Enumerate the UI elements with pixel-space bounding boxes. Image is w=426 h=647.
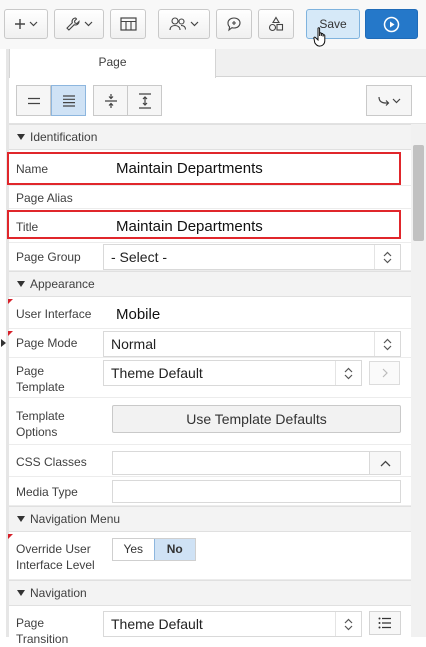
select-arrows-icon	[374, 332, 400, 356]
user-interface-value: Mobile	[116, 306, 161, 323]
chevron-down-icon	[190, 21, 199, 27]
user-interface-label: User Interface	[16, 307, 92, 321]
grid-icon	[119, 17, 137, 31]
template-options-label-2: Options	[16, 425, 58, 439]
utilities-menu-button[interactable]	[54, 9, 104, 39]
shapes-icon	[268, 16, 284, 32]
use-template-defaults-button[interactable]: Use Template Defaults	[112, 405, 401, 433]
override-ui-label-2: Interface Level	[16, 558, 95, 572]
transition-list-button[interactable]	[369, 611, 401, 635]
plus-icon	[15, 19, 25, 29]
page-template-label-2: Template	[16, 380, 65, 394]
required-marker	[8, 534, 13, 539]
chevron-up-icon	[380, 460, 390, 466]
tab-page[interactable]: Page	[9, 49, 216, 78]
scrollbar-thumb[interactable]	[413, 145, 424, 241]
list-lines-icon	[62, 94, 75, 107]
wrench-icon	[66, 17, 80, 31]
users-icon	[169, 17, 187, 31]
collapse-icon	[104, 93, 117, 108]
page-group-label: Page Group	[16, 250, 81, 264]
css-classes-picker-button[interactable]	[369, 451, 401, 475]
highlight-box-name	[7, 152, 401, 185]
override-ui-label-1: Override User	[16, 542, 91, 556]
show-all-button[interactable]	[51, 85, 86, 116]
arrow-return-icon	[378, 96, 401, 106]
chevron-right-icon	[382, 368, 388, 378]
select-arrows-icon	[374, 245, 400, 269]
template-options-label-1: Template	[16, 409, 65, 423]
list-icon	[378, 617, 391, 629]
media-type-label: Media Type	[16, 485, 78, 499]
css-classes-label: CSS Classes	[16, 455, 87, 469]
chevron-down-icon	[29, 21, 38, 27]
collapse-all-button[interactable]	[93, 85, 128, 116]
select-arrows-icon	[335, 612, 361, 636]
go-to-template-button[interactable]	[369, 361, 400, 385]
hand-cursor-icon	[313, 27, 326, 47]
page-transition-select[interactable]: Theme Default	[103, 611, 362, 637]
section-appearance[interactable]: Appearance	[9, 271, 411, 297]
caret-down-icon	[17, 134, 25, 140]
caret-down-icon	[17, 516, 25, 522]
page-transition-label-1: Page	[16, 616, 45, 630]
page-template-select[interactable]: Theme Default	[103, 360, 362, 386]
page-mode-select[interactable]: Normal	[103, 331, 401, 357]
comment-icon	[227, 17, 241, 32]
chevron-down-icon	[84, 21, 93, 27]
required-marker	[8, 299, 13, 304]
select-arrows-icon	[335, 361, 361, 385]
highlight-box-title	[7, 210, 401, 239]
comments-button[interactable]	[216, 9, 252, 39]
section-navigation-menu[interactable]: Navigation Menu	[9, 506, 411, 532]
lines-icon	[27, 97, 40, 104]
page-group-select[interactable]: - Select -	[103, 244, 401, 270]
caret-right-icon	[1, 339, 6, 347]
page-alias-label: Page Alias	[16, 191, 73, 205]
go-to-group-button[interactable]	[366, 85, 412, 116]
expand-all-button[interactable]	[127, 85, 162, 116]
required-marker	[8, 331, 13, 336]
override-ui-level-toggle: Yes No	[112, 538, 196, 561]
caret-down-icon	[17, 281, 25, 287]
property-page-alias: Page Alias	[9, 186, 411, 209]
section-navigation[interactable]: Navigation	[9, 580, 411, 606]
run-button[interactable]	[365, 9, 418, 39]
property-user-interface: User Interface Mobile	[9, 297, 411, 329]
expand-icon	[138, 92, 151, 109]
yes-option[interactable]: Yes	[113, 539, 154, 560]
media-type-field[interactable]	[112, 480, 401, 503]
page-template-label-1: Page	[16, 364, 45, 378]
shared-components-button[interactable]	[110, 9, 146, 39]
create-menu-button[interactable]	[4, 9, 48, 39]
top-toolbar: Save	[0, 0, 426, 49]
page-mode-label: Page Mode	[16, 336, 78, 350]
property-override-ui-level: Override User Interface Level	[9, 532, 411, 580]
show-common-button[interactable]	[16, 85, 51, 116]
caret-down-icon	[17, 590, 25, 596]
no-option[interactable]: No	[153, 539, 195, 560]
section-identification[interactable]: Identification	[9, 124, 411, 150]
team-development-button[interactable]	[158, 9, 210, 39]
shortcuts-button[interactable]	[258, 9, 294, 39]
play-icon	[383, 16, 400, 32]
css-classes-field[interactable]	[112, 451, 370, 475]
page-transition-label-2: Transition	[16, 632, 69, 646]
